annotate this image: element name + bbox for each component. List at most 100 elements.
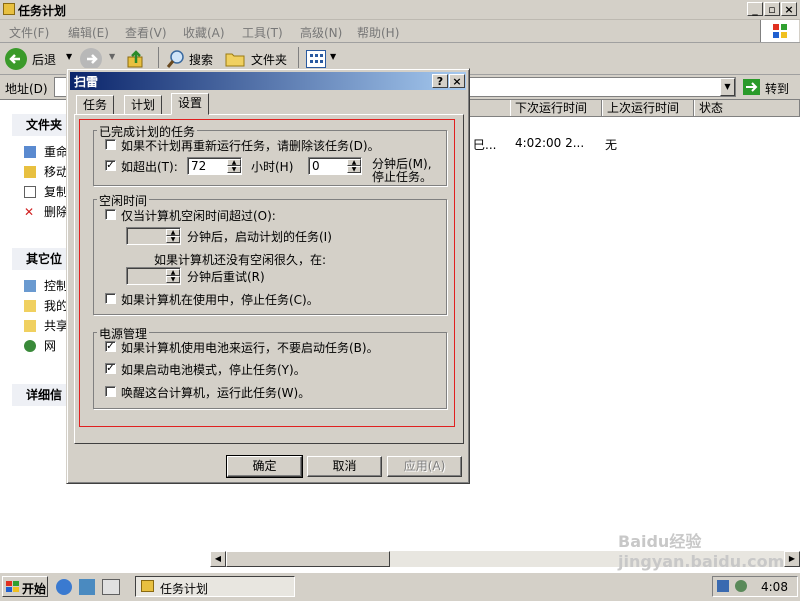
hours-down-icon[interactable]: ▼ [227,166,241,173]
column-status[interactable]: 状态 [694,100,800,116]
folders-icon[interactable] [225,51,245,67]
retry-minutes-stepper[interactable]: ▲ ▼ [126,267,181,285]
start-after-label: 分钟后，启动计划的任务(I) [187,230,332,244]
address-dropdown-icon[interactable]: ▼ [720,78,735,96]
retry-up-icon[interactable]: ▲ [166,269,180,276]
watermark: Baidu经验 jingyan.baidu.com [618,532,785,571]
minimize-button[interactable]: _ [747,2,763,16]
maximize-button[interactable]: ▫ [764,2,780,16]
hours-label: 小时(H) [251,160,294,174]
forward-dropdown-icon[interactable]: ▼ [109,52,115,61]
no-start-on-battery-checkbox[interactable]: ✓ [105,341,116,352]
explorer-icon[interactable] [79,579,95,595]
search-button-label[interactable]: 搜索 [189,51,213,68]
system-tray: 4:08 [712,576,798,597]
menu-view[interactable]: 查看(V) [125,24,167,41]
back-arrow-icon[interactable] [5,48,27,70]
dialog-help-button[interactable]: ? [432,74,448,88]
search-icon[interactable] [166,49,186,69]
task-folder-icon [141,580,154,592]
scroll-left-icon[interactable]: ◀ [210,551,226,567]
minutes-down-icon[interactable]: ▼ [347,166,361,173]
go-arrow-icon[interactable] [743,79,760,95]
tab-schedule[interactable]: 计划 [124,95,163,114]
back-dropdown-icon[interactable]: ▼ [66,52,72,61]
media-icon[interactable] [102,579,120,595]
go-button-label[interactable]: 转到 [765,80,789,97]
control-panel-icon [24,280,36,292]
move-icon [24,166,36,178]
my-documents-icon [24,300,36,312]
only-if-idle-label[interactable]: 仅当计算机空闲时间超过(O): [121,207,276,224]
menu-bar: 文件(F) 编辑(E) 查看(V) 收藏(A) 工具(T) 高级(N) 帮助(H… [0,20,800,43]
stop-task-label: 停止任务。 [372,170,433,184]
window-close-button[interactable]: × [781,2,797,16]
delete-if-not-scheduled-label[interactable]: 如果不计划再重新运行任务，请删除该任务(D)。 [121,137,380,154]
cancel-button[interactable]: 取消 [307,456,382,477]
clock[interactable]: 4:08 [761,580,788,594]
tab-settings[interactable]: 设置 [171,93,210,115]
hours-up-icon[interactable]: ▲ [227,159,241,166]
list-cell-next-run[interactable]: 4:02:00 2... [515,136,584,150]
ok-button[interactable]: 确定 [226,455,303,478]
no-start-on-battery-label[interactable]: 如果计算机使用电池来运行，不要启动任务(B)。 [121,339,379,356]
views-icon[interactable] [306,50,326,68]
windows-logo [760,20,799,42]
idle-down-icon[interactable]: ▼ [166,236,180,243]
idle-minutes-stepper[interactable]: ▲ ▼ [126,227,181,245]
dialog-close-button[interactable]: × [449,74,465,88]
menu-help[interactable]: 帮助(H) [357,24,399,41]
menu-advanced[interactable]: 高级(N) [300,24,342,41]
not-idle-long-label: 如果计算机还没有空闲很久，在: [154,253,327,267]
views-dropdown-icon[interactable]: ▼ [330,52,336,61]
retry-after-label: 分钟后重试(R) [187,270,265,284]
stop-on-battery-label[interactable]: 如果启动电池模式，停止任务(Y)。 [121,361,306,378]
window-titlebar: 任务计划 _ ▫ × [0,0,800,20]
delete-if-not-scheduled-checkbox[interactable] [105,139,116,150]
taskbar-task-button[interactable]: 任务计划 [135,576,295,597]
retry-down-icon[interactable]: ▼ [166,276,180,283]
list-header: 下次运行时间 上次运行时间 状态 [470,100,800,117]
stop-if-in-use-label[interactable]: 如果计算机在使用中，停止任务(C)。 [121,291,319,308]
taskbar-task-label: 任务计划 [160,582,209,596]
stop-if-in-use-checkbox[interactable] [105,293,116,304]
wake-to-run-label[interactable]: 唤醒这台计算机，运行此任务(W)。 [121,384,310,401]
start-button[interactable]: 开始 [2,576,48,597]
scroll-thumb[interactable] [226,551,390,567]
list-cell-last-run[interactable]: 无 [605,136,617,153]
back-button-label[interactable]: 后退 [32,51,56,68]
stop-if-runs-label[interactable]: 如超出(T): [121,158,178,175]
menu-file[interactable]: 文件(F) [9,24,49,41]
apply-button[interactable]: 应用(A) [387,456,462,477]
delete-x-icon: ✕ [24,205,35,219]
menu-edit[interactable]: 编辑(E) [68,24,109,41]
start-label: 开始 [22,582,47,596]
tab-task[interactable]: 任务 [76,95,115,114]
stop-if-runs-checkbox[interactable]: ✓ [105,160,116,171]
copy-icon [24,186,36,198]
dialog-titlebar: 扫雷 ? × [70,72,466,90]
ie-icon[interactable] [56,579,72,595]
menu-tools[interactable]: 工具(T) [242,24,283,41]
window-title: 任务计划 [18,4,67,18]
security-tray-icon[interactable] [735,580,747,592]
up-folder-icon[interactable] [126,49,146,69]
stop-on-battery-checkbox[interactable]: ✓ [105,363,116,374]
only-if-idle-checkbox[interactable] [105,209,116,220]
forward-arrow-icon[interactable] [80,48,102,70]
hours-stepper[interactable]: 72 ▲ ▼ [187,157,242,175]
list-cell-text[interactable]: 巳... [473,136,496,153]
dialog-title: 扫雷 [74,75,99,89]
minutes-up-icon[interactable]: ▲ [347,159,361,166]
address-label: 地址(D) [5,82,48,96]
idle-up-icon[interactable]: ▲ [166,229,180,236]
minutes-stepper[interactable]: 0 ▲ ▼ [308,157,362,175]
task-properties-dialog: 扫雷 ? × 任务 计划 设置 已完成计划的任务 如果不计划再重新运行任务，请删… [66,68,470,484]
column-last-run[interactable]: 上次运行时间 [602,100,694,116]
wake-to-run-checkbox[interactable] [105,386,116,397]
taskbar: 开始 任务计划 4:08 [0,572,800,601]
folders-button-label[interactable]: 文件夹 [251,51,287,68]
menu-favorites[interactable]: 收藏(A) [183,24,225,41]
network-tray-icon[interactable] [717,580,729,592]
column-next-run[interactable]: 下次运行时间 [510,100,602,116]
